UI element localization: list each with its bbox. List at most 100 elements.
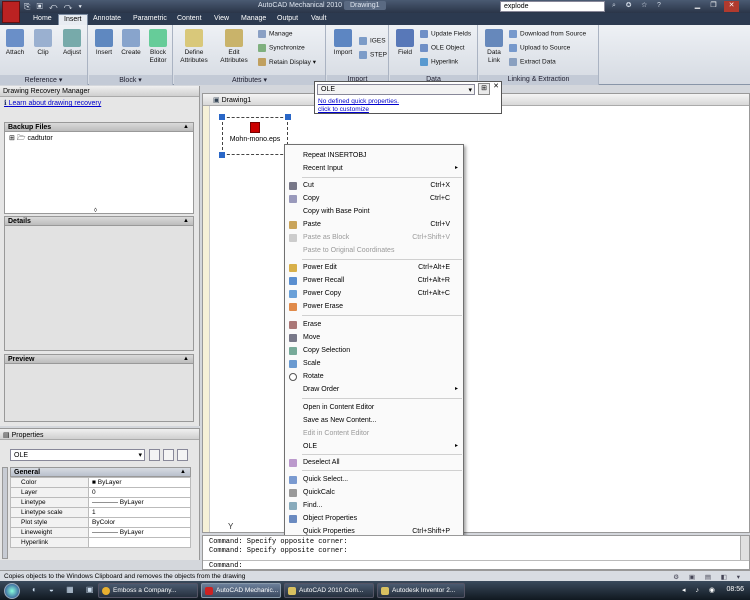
- step-button[interactable]: STEP: [359, 51, 387, 59]
- quick-access-toolbar[interactable]: ⎘ ▣ ↶ ↷ ▾: [24, 2, 84, 12]
- field-button[interactable]: Field: [392, 29, 418, 57]
- backup-item[interactable]: ⊞ 🗁 cadtutor: [5, 132, 193, 147]
- block-panel-title[interactable]: Block ▾: [89, 75, 172, 85]
- hyperlink-button[interactable]: Hyperlink: [420, 58, 458, 66]
- menu-item-rotate[interactable]: Rotate: [286, 370, 462, 383]
- tab-manage[interactable]: Manage: [236, 14, 271, 25]
- table-row[interactable]: Linetype ———— ByLayer: [10, 497, 191, 508]
- reference-panel-title[interactable]: Reference ▾: [0, 75, 87, 85]
- menu-item-repeat-insertobj[interactable]: Repeat INSERTOBJ: [286, 149, 462, 162]
- menu-item-copy-base-point[interactable]: Copy with Base Point: [286, 205, 462, 218]
- menu-item-find[interactable]: Find...: [286, 499, 462, 512]
- extract-data-button[interactable]: Extract Data: [509, 58, 556, 66]
- customize-link[interactable]: click to customize: [318, 106, 369, 113]
- general-group-header[interactable]: General ▲: [10, 467, 191, 477]
- collapse-icon[interactable]: ▲: [183, 356, 189, 362]
- search-input[interactable]: explode: [500, 1, 605, 12]
- quick-properties-select[interactable]: OLE ▾: [317, 84, 475, 95]
- tab-annotate[interactable]: Annotate: [88, 14, 126, 25]
- tab-content[interactable]: Content: [172, 14, 207, 25]
- table-row[interactable]: Plot style ByColor: [10, 517, 191, 528]
- preview-header[interactable]: Preview ▲: [4, 354, 194, 364]
- edit-attributes-button[interactable]: Edit Attributes: [216, 29, 252, 65]
- tab-view[interactable]: View: [209, 14, 234, 25]
- menu-item-quickcalc[interactable]: QuickCalc: [286, 486, 462, 499]
- table-row[interactable]: Color ■ ByLayer: [10, 477, 191, 488]
- splitter-handle-icon[interactable]: ◊: [94, 208, 97, 214]
- menu-item-paste[interactable]: Paste Ctrl+V: [286, 218, 462, 231]
- adjust-button[interactable]: Adjust: [59, 29, 85, 57]
- start-button[interactable]: [4, 583, 20, 599]
- close-icon[interactable]: ✕: [724, 1, 739, 12]
- tab-insert[interactable]: Insert: [58, 14, 88, 25]
- taskbar-item-inventor[interactable]: Autodesk Inventor 2...: [377, 583, 465, 598]
- menu-item-power-recall[interactable]: Power Recall Ctrl+Alt+R: [286, 274, 462, 287]
- define-attributes-button[interactable]: Define Attributes: [176, 29, 212, 65]
- tab-vault[interactable]: Vault: [306, 14, 331, 25]
- menu-item-object-properties[interactable]: Object Properties: [286, 512, 462, 525]
- menu-item-recent-input[interactable]: Recent Input ▸: [286, 162, 462, 175]
- menu-item-quick-select[interactable]: Quick Select...: [286, 473, 462, 486]
- taskbar-item-autocad-2010[interactable]: AutoCAD 2010 Com...: [284, 583, 374, 598]
- tab-home[interactable]: Home: [28, 14, 57, 25]
- menu-item-draw-order[interactable]: Draw Order ▸: [286, 383, 462, 396]
- table-row[interactable]: Linetype scale 1: [10, 507, 191, 518]
- block-editor-button[interactable]: Block Editor: [145, 29, 171, 65]
- grip-handle[interactable]: [285, 114, 291, 120]
- collapse-icon[interactable]: ▲: [183, 218, 189, 224]
- menu-item-cut[interactable]: Cut Ctrl+X: [286, 179, 462, 192]
- menu-item-save-new-content[interactable]: Save as New Content...: [286, 414, 462, 427]
- details-header[interactable]: Details ▲: [4, 216, 194, 226]
- table-row[interactable]: Lineweight ———— ByLayer: [10, 527, 191, 538]
- menu-item-paste-as-block[interactable]: Paste as Block Ctrl+Shift+V: [286, 231, 462, 244]
- quick-select-icon[interactable]: ⊞: [478, 83, 490, 95]
- grip-handle[interactable]: [219, 114, 225, 120]
- table-row[interactable]: Layer 0: [10, 487, 191, 498]
- menu-item-move[interactable]: Move: [286, 331, 462, 344]
- command-scrollbar[interactable]: [740, 536, 749, 561]
- grip-handle[interactable]: [219, 152, 225, 158]
- menu-item-power-copy[interactable]: Power Copy Ctrl+Alt+C: [286, 287, 462, 300]
- menu-item-deselect-all[interactable]: Deselect All: [286, 456, 462, 469]
- restore-icon[interactable]: ❐: [706, 1, 721, 12]
- update-fields-button[interactable]: Update Fields: [420, 30, 471, 38]
- create-block-button[interactable]: Create: [118, 29, 144, 57]
- select-objects-icon[interactable]: [163, 449, 174, 461]
- no-quick-properties-link[interactable]: No defined quick properties.: [318, 98, 399, 105]
- menu-item-paste-original-coordinates[interactable]: Paste to Original Coordinates: [286, 244, 462, 257]
- menu-item-power-edit[interactable]: Power Edit Ctrl+Alt+E: [286, 261, 462, 274]
- quick-select-icon[interactable]: [177, 449, 188, 461]
- import-button[interactable]: Import: [329, 29, 357, 57]
- menu-item-scale[interactable]: Scale: [286, 357, 462, 370]
- synchronize-button[interactable]: Synchronize: [258, 44, 305, 52]
- iges-button[interactable]: IGES: [359, 37, 386, 45]
- menu-item-edit-content-editor[interactable]: Edit in Content Editor: [286, 427, 462, 440]
- tab-parametric[interactable]: Parametric: [128, 14, 172, 25]
- download-from-source-button[interactable]: Download from Source: [509, 30, 586, 38]
- menu-item-power-erase[interactable]: Power Erase: [286, 300, 462, 313]
- attributes-panel-title[interactable]: Attributes ▾: [174, 75, 325, 85]
- ole-object[interactable]: Mohn-mono.eps: [222, 117, 288, 155]
- toggle-pickadd-icon[interactable]: [149, 449, 160, 461]
- status-tray-icons[interactable]: ⚙ ▣ ▤ ◧ ▾: [673, 573, 744, 581]
- table-row[interactable]: Hyperlink: [10, 537, 191, 548]
- ole-object-button[interactable]: OLE Object: [420, 44, 465, 52]
- minimize-icon[interactable]: ▁: [690, 1, 705, 12]
- backup-files-header[interactable]: Backup Files ▲: [4, 122, 194, 132]
- menu-item-open-content-editor[interactable]: Open in Content Editor: [286, 401, 462, 414]
- clock[interactable]: 08:56: [726, 586, 744, 593]
- application-menu-icon[interactable]: [2, 1, 20, 23]
- manage-button[interactable]: Manage: [258, 30, 293, 38]
- menu-item-ole[interactable]: OLE ▸: [286, 440, 462, 453]
- upload-to-source-button[interactable]: Upload to Source: [509, 44, 570, 52]
- tab-output[interactable]: Output: [272, 14, 303, 25]
- retain-display-button[interactable]: Retain Display ▾: [258, 58, 316, 67]
- attach-button[interactable]: Attach: [3, 29, 27, 57]
- tray-icons[interactable]: ◂ ♪ ◉: [682, 586, 719, 594]
- taskbar-item-chrome[interactable]: Emboss a Company...: [98, 583, 198, 598]
- palette-side-strip[interactable]: [2, 467, 8, 559]
- taskbar-item-autocad-mechanical[interactable]: AutoCAD Mechanic...: [201, 583, 281, 598]
- object-type-select[interactable]: OLE ▾: [10, 449, 145, 461]
- insert-button[interactable]: Insert: [91, 29, 117, 57]
- menu-item-copy-selection[interactable]: Copy Selection: [286, 344, 462, 357]
